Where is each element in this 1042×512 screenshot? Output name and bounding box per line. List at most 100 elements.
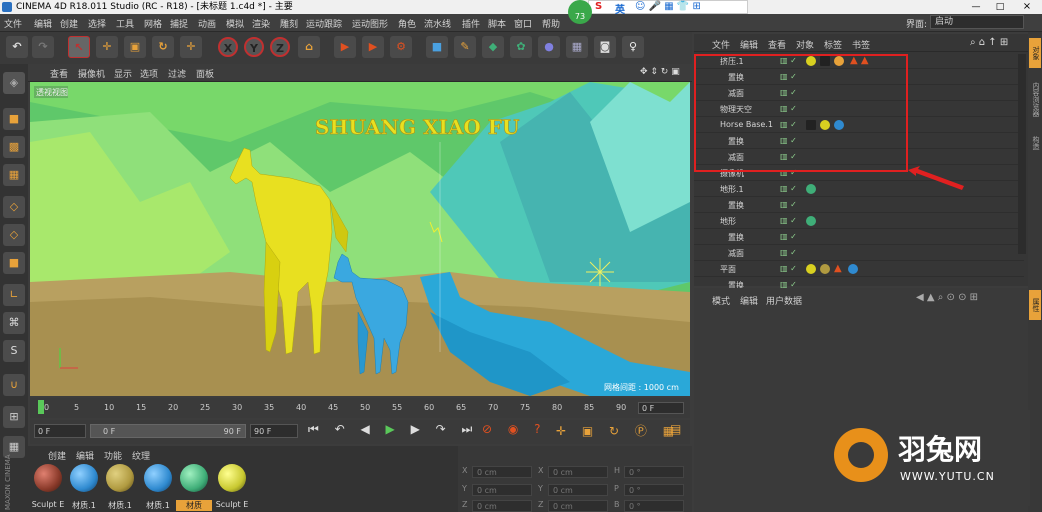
scale-icon[interactable]: ▣ (124, 36, 146, 58)
size-y-field[interactable]: 0 cm (548, 484, 608, 496)
menu-item[interactable]: 选择 (88, 17, 106, 30)
range-slider[interactable]: 0 F 90 F (90, 424, 246, 438)
am-menu-item[interactable]: 模式 (712, 294, 730, 307)
layout-select[interactable]: 启动 (930, 15, 1024, 29)
menu-item[interactable]: 窗口 (514, 17, 532, 30)
menu-item[interactable]: 工具 (116, 17, 134, 30)
points-mode-icon[interactable]: ◇ (3, 196, 25, 218)
viewport-nav-icons[interactable]: ✥ ⇕ ↻ ▣ (640, 67, 680, 77)
rot-b-field[interactable]: 0 ° (624, 500, 684, 512)
edges-mode-icon[interactable]: ◇ (3, 224, 25, 246)
object-row[interactable]: 减面 ▥ ✓ (694, 246, 1024, 261)
material-swatch[interactable] (144, 464, 172, 492)
menu-item[interactable]: 插件 (462, 17, 480, 30)
end-frame-field[interactable]: 90 F (250, 424, 298, 438)
rot-h-field[interactable]: 0 ° (624, 466, 684, 478)
maximize-button[interactable]: □ (990, 0, 1010, 14)
om-menu-item[interactable]: 对象 (796, 38, 814, 51)
deformer-icon[interactable]: ● (538, 36, 560, 58)
menu-item[interactable]: 网格 (144, 17, 162, 30)
z-axis-button[interactable]: Z (270, 37, 290, 57)
menu-item[interactable]: 捕捉 (170, 17, 188, 30)
pos-x-field[interactable]: 0 cm (472, 466, 532, 478)
minimize-button[interactable]: — (966, 0, 986, 14)
mat-menu-item[interactable]: 功能 (104, 449, 122, 462)
om-scrollbar[interactable] (1018, 54, 1026, 254)
material-swatch[interactable] (218, 464, 246, 492)
tweak-icon[interactable]: ⌘ (3, 312, 25, 334)
camera-icon[interactable]: ◙ (594, 36, 616, 58)
size-z-field[interactable]: 0 cm (548, 500, 608, 512)
om-menu-item[interactable]: 标签 (824, 38, 842, 51)
material-swatch[interactable] (180, 464, 208, 492)
subdivision-icon[interactable]: ◆ (482, 36, 504, 58)
menu-item[interactable]: 角色 (398, 17, 416, 30)
transform-all-icon[interactable]: ✛ (180, 36, 202, 58)
om-menu-item[interactable]: 编辑 (740, 38, 758, 51)
om-menu-item[interactable]: 查看 (768, 38, 786, 51)
menu-item[interactable]: 雕刻 (280, 17, 298, 30)
menu-item[interactable]: 模拟 (226, 17, 244, 30)
emoji-icon[interactable]: ☺ 🎤 ▦ 👕 ⊞ (635, 1, 701, 12)
pos-z-field[interactable]: 0 cm (472, 500, 532, 512)
viewport-menu-item[interactable]: 选项 (140, 67, 158, 80)
3d-viewport[interactable]: SHUANG XIAO FU 透视视图 网格间距 : 1000 cm (30, 82, 690, 396)
menu-item[interactable]: 编辑 (34, 17, 52, 30)
tab-structure[interactable]: 构造 (1029, 136, 1041, 160)
pen-icon[interactable]: ✎ (454, 36, 476, 58)
tab-content-browser[interactable]: 内容浏览器 (1029, 82, 1041, 132)
mat-menu-item[interactable]: 编辑 (76, 449, 94, 462)
om-menu-item[interactable]: 书签 (852, 38, 870, 51)
playback-controls[interactable]: ⏮ ↶ ◀ ▶ ▶ ↷ ⏭ (308, 422, 478, 437)
material-swatch[interactable] (70, 464, 98, 492)
move-icon[interactable]: ✛ (96, 36, 118, 58)
start-frame-field[interactable]: 0 F (34, 424, 86, 438)
am-menu-item[interactable]: 用户数据 (766, 294, 802, 307)
menu-item[interactable]: 运动图形 (352, 17, 388, 30)
menu-item[interactable]: 动画 (198, 17, 216, 30)
rotate-icon[interactable]: ↻ (152, 36, 174, 58)
mat-menu-item[interactable]: 创建 (48, 449, 66, 462)
pos-y-field[interactable]: 0 cm (472, 484, 532, 496)
workplane-icon[interactable]: ▦ (3, 164, 25, 186)
cube-icon[interactable]: ■ (426, 36, 448, 58)
lock-icon[interactable]: ⊞ (3, 406, 25, 428)
om-toolbar-icons[interactable]: ⌕ ⌂ ↑ ⊞ (970, 37, 1008, 48)
tab-objects[interactable]: 对象 (1029, 38, 1041, 68)
timeline-ruler[interactable]: 0 5 10 15 20 25 30 35 40 45 50 55 60 65 … (30, 398, 690, 418)
menu-item[interactable]: 渲染 (252, 17, 270, 30)
size-x-field[interactable]: 0 cm (548, 466, 608, 478)
x-axis-button[interactable]: X (218, 37, 238, 57)
model-mode-icon[interactable]: ■ (3, 108, 25, 130)
redo-icon[interactable]: ↷ (32, 36, 54, 58)
material-swatch[interactable] (34, 464, 62, 492)
rot-p-field[interactable]: 0 ° (624, 484, 684, 496)
object-row[interactable]: 地形 ▥ ✓ (694, 214, 1024, 229)
key-mode-controls[interactable]: ✛ ▣ ↻ Ⓟ ▦ (556, 422, 680, 439)
render-settings-icon[interactable]: ⚙ (390, 36, 412, 58)
tab-attributes[interactable]: 属性 (1029, 290, 1041, 320)
axis-icon[interactable]: ∟ (3, 284, 25, 306)
magnet-icon[interactable]: ∪ (3, 374, 25, 396)
make-editable-icon[interactable]: ◈ (3, 72, 25, 94)
am-nav-icons[interactable]: ◀ ▲ ⌕ ⊙ ⊙ ⊞ (916, 292, 978, 303)
select-cursor-icon[interactable]: ↖ (68, 36, 90, 58)
object-row[interactable]: 平面 ▥ ✓ ▲ (694, 262, 1024, 277)
y-axis-button[interactable]: Y (244, 37, 264, 57)
current-frame-field[interactable]: 0 F (638, 402, 684, 414)
viewport-menu-item[interactable]: 摄像机 (78, 67, 105, 80)
om-menu-item[interactable]: 文件 (712, 38, 730, 51)
keyframe-controls[interactable]: ⊘ ◉ ? (482, 422, 547, 436)
mat-menu-item[interactable]: 纹理 (132, 449, 150, 462)
menu-item[interactable]: 帮助 (542, 17, 560, 30)
menu-item[interactable]: 创建 (60, 17, 78, 30)
cloner-icon[interactable]: ✿ (510, 36, 532, 58)
floor-icon[interactable]: ▦ (566, 36, 588, 58)
render-view-icon[interactable]: ▶ (334, 36, 356, 58)
menu-item[interactable]: 文件 (4, 17, 22, 30)
light-icon[interactable]: ♀ (622, 36, 644, 58)
menu-item[interactable]: 运动跟踪 (306, 17, 342, 30)
coord-system-icon[interactable]: ⌂ (298, 36, 320, 58)
material-swatch[interactable] (106, 464, 134, 492)
snap-icon[interactable]: S (3, 340, 25, 362)
